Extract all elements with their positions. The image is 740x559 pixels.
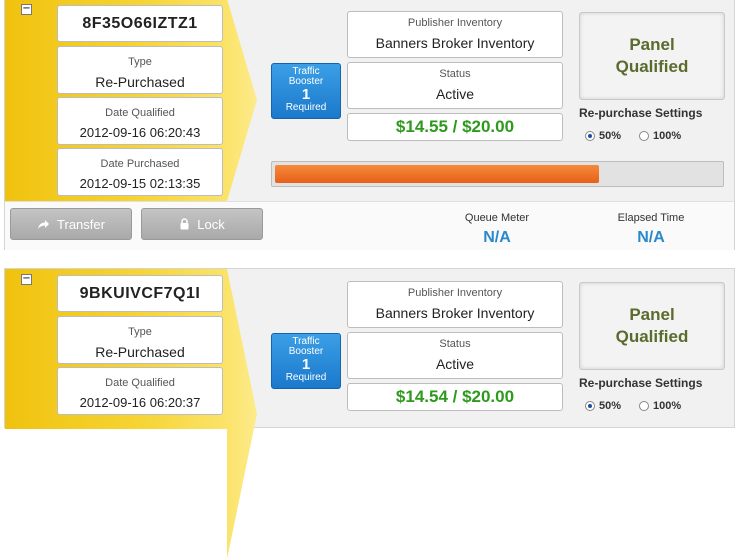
progress-fill — [275, 165, 599, 183]
traffic-booster-button[interactable]: Traffic Booster 1 Required — [271, 333, 341, 389]
status-value: Active — [435, 356, 475, 372]
collapse-icon[interactable]: − — [21, 4, 32, 15]
publisher-label: Publisher Inventory — [407, 17, 503, 29]
type-label: Type — [128, 56, 152, 68]
type-box: Type Re-Purchased — [57, 316, 223, 364]
queue-meter: Queue Meter N/A — [437, 212, 557, 247]
status-value: Active — [435, 86, 475, 102]
entry-code: 8F35O66IZTZ1 — [57, 5, 223, 42]
transfer-button[interactable]: Transfer — [10, 208, 132, 240]
status-box: Status Active — [347, 62, 563, 109]
publisher-inventory-box: Publisher Inventory Banners Broker Inven… — [347, 281, 563, 328]
queue-meter-value: N/A — [483, 229, 511, 246]
elapsed-time-value: N/A — [637, 229, 665, 246]
lock-label: Lock — [197, 216, 225, 232]
date-qualified-box: Date Qualified 2012-09-16 06:20:37 — [57, 367, 223, 415]
radio-unselected-icon[interactable] — [639, 401, 649, 411]
inventory-entry-card: − 8F35O66IZTZ1 Type Re-Purchased Date Qu… — [4, 0, 735, 250]
date-qualified-box: Date Qualified 2012-09-16 06:20:43 — [57, 97, 223, 145]
status-label: Status — [439, 68, 471, 80]
option-50-label: 50% — [599, 130, 622, 142]
elapsed-time: Elapsed Time N/A — [591, 212, 711, 247]
qualified-line2: Qualified — [615, 327, 689, 346]
summary-arrow — [227, 269, 257, 559]
booster-line3: Required — [285, 372, 327, 383]
lock-icon — [180, 218, 189, 230]
type-value: Re-Purchased — [95, 74, 185, 90]
repurchase-option-50[interactable]: 50% — [585, 130, 621, 142]
elapsed-time-label: Elapsed Time — [617, 212, 685, 224]
qualified-line1: Panel — [629, 35, 675, 54]
date-qualified-label: Date Qualified — [105, 377, 175, 389]
publisher-label: Publisher Inventory — [407, 287, 503, 299]
share-arrow-icon — [38, 219, 50, 229]
repurchase-option-50[interactable]: 50% — [585, 400, 621, 412]
booster-count: 1 — [301, 86, 311, 103]
booster-count: 1 — [301, 356, 311, 373]
collapse-icon[interactable]: − — [21, 274, 32, 285]
status-label: Status — [439, 338, 471, 350]
option-50-label: 50% — [599, 400, 622, 412]
qualified-line1: Panel — [629, 305, 675, 324]
date-qualified-label: Date Qualified — [105, 107, 175, 119]
traffic-booster-button[interactable]: Traffic Booster 1 Required — [271, 63, 341, 119]
publisher-value: Banners Broker Inventory — [375, 35, 535, 51]
action-bar: Transfer Lock Queue Meter N/A Elapsed Ti… — [5, 201, 734, 250]
repurchase-option-100[interactable]: 100% — [639, 400, 681, 412]
option-100-label: 100% — [653, 130, 682, 142]
queue-meter-label: Queue Meter — [464, 212, 530, 224]
transfer-label: Transfer — [57, 216, 105, 232]
status-box: Status Active — [347, 332, 563, 379]
publisher-inventory-box: Publisher Inventory Banners Broker Inven… — [347, 11, 563, 58]
booster-line3: Required — [285, 102, 327, 113]
date-purchased-box: Date Purchased 2012-09-15 02:13:35 — [57, 148, 223, 196]
repurchase-settings-title: Re-purchase Settings — [579, 106, 703, 120]
date-purchased-label: Date Purchased — [100, 158, 180, 170]
repurchase-settings-title: Re-purchase Settings — [579, 376, 703, 390]
entry-code: 9BKUIVCF7Q1I — [57, 275, 223, 312]
panel-qualified-badge: Panel Qualified — [579, 12, 725, 100]
summary-arrow — [227, 0, 257, 201]
radio-unselected-icon[interactable] — [639, 131, 649, 141]
date-qualified-value: 2012-09-16 06:20:37 — [79, 395, 201, 410]
panel-qualified-badge: Panel Qualified — [579, 282, 725, 370]
radio-selected-icon[interactable] — [585, 131, 595, 141]
qualified-line2: Qualified — [615, 57, 689, 76]
lock-button[interactable]: Lock — [141, 208, 263, 240]
earnings-amount: $14.54 / $20.00 — [347, 383, 563, 411]
type-value: Re-Purchased — [95, 344, 185, 360]
option-100-label: 100% — [653, 400, 682, 412]
radio-selected-icon[interactable] — [585, 401, 595, 411]
progress-bar — [271, 161, 724, 187]
date-qualified-value: 2012-09-16 06:20:43 — [79, 125, 201, 140]
date-purchased-value: 2012-09-15 02:13:35 — [79, 176, 201, 191]
type-box: Type Re-Purchased — [57, 46, 223, 94]
type-label: Type — [128, 326, 152, 338]
earnings-amount: $14.55 / $20.00 — [347, 113, 563, 141]
inventory-entry-card: − 9BKUIVCF7Q1I Type Re-Purchased Date Qu… — [4, 268, 735, 559]
repurchase-option-100[interactable]: 100% — [639, 130, 681, 142]
publisher-value: Banners Broker Inventory — [375, 305, 535, 321]
